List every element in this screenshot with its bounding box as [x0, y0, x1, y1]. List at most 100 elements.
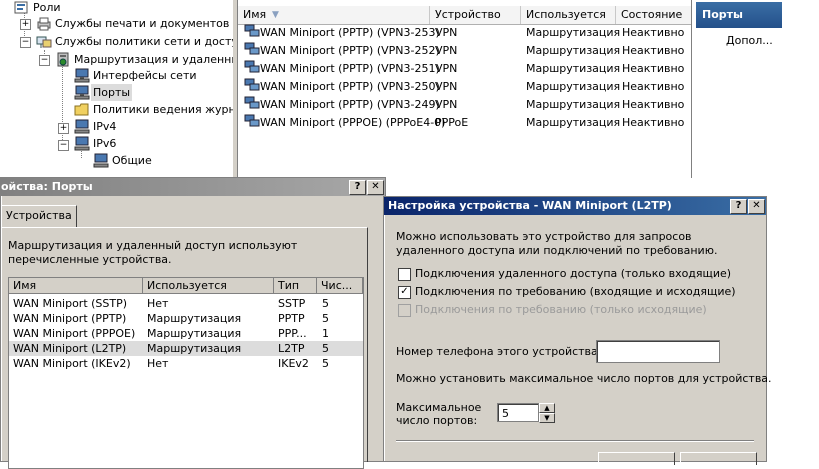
- help-button[interactable]: ?: [349, 180, 366, 195]
- devices-description: Маршрутизация и удаленный доступ использ…: [8, 239, 298, 266]
- tree-label: Интерфейсы сети: [93, 69, 197, 82]
- device-config-dialog: Настройка устройства - WAN Miniport (L2T…: [383, 196, 772, 465]
- tree-label: Роли: [33, 1, 61, 14]
- table-cell: 5: [322, 357, 329, 370]
- close-button[interactable]: ✕: [748, 199, 765, 214]
- actions-header: Порты: [696, 2, 782, 28]
- port-icon: [244, 24, 260, 38]
- general-settings-icon: [93, 153, 109, 168]
- table-cell: WAN Miniport (SSTP): [13, 297, 128, 310]
- table-row[interactable]: WAN Miniport (IKEv2) Нет IKEv2 5: [9, 356, 363, 371]
- sort-arrow-icon: ▼: [272, 10, 279, 20]
- collapse-minus-icon[interactable]: −: [20, 37, 31, 48]
- network-policy-icon: [36, 34, 52, 49]
- config-intro: Можно использовать это устройство для за…: [396, 230, 718, 257]
- table-cell: Нет: [147, 297, 169, 310]
- table-cell: PPPoE: [435, 116, 469, 129]
- expand-plus-icon[interactable]: +: [20, 19, 31, 30]
- table-cell: Маршрутизация: [526, 62, 621, 75]
- spin-up-icon[interactable]: ▲: [539, 403, 555, 413]
- table-row[interactable]: WAN Miniport (L2TP) Маршрутизация L2TP 5: [9, 341, 363, 356]
- table-cell: 5: [322, 312, 329, 325]
- tree-label: Маршрутизация и удаленный д: [74, 53, 259, 66]
- tree-label: IPv6: [93, 137, 117, 150]
- table-row[interactable]: WAN Miniport (PPPOE) Маршрутизация PPP... 1: [9, 326, 363, 341]
- spin-down-icon[interactable]: ▼: [539, 413, 555, 423]
- table-cell: WAN Miniport (PPTP) (VPN3-250): [260, 80, 440, 93]
- table-cell: VPN: [435, 26, 458, 39]
- table-cell: SSTP: [278, 297, 306, 310]
- table-cell: L2TP: [278, 342, 305, 355]
- table-cell: 1: [322, 327, 329, 340]
- actions-pane: Порты Допол...: [691, 0, 819, 178]
- column-header-device[interactable]: Устройство: [430, 6, 521, 24]
- protocol-icon: [74, 136, 90, 151]
- column-header-state[interactable]: Состояние: [616, 6, 692, 24]
- phone-label: Номер телефона этого устройства:: [396, 345, 602, 358]
- table-cell: Неактивно: [622, 98, 685, 111]
- table-row[interactable]: WAN Miniport (SSTP) Нет SSTP 5: [9, 296, 363, 311]
- demand-dial-checkbox[interactable]: ✓: [398, 286, 411, 299]
- table-row[interactable]: WAN Miniport (PPTP) (VPN3-250) VPN Маршрут…: [238, 78, 692, 96]
- folder-icon: [74, 102, 90, 117]
- table-row[interactable]: WAN Miniport (PPTP) (VPN3-249) VPN Маршрут…: [238, 96, 692, 114]
- table-cell: Маршрутизация: [147, 342, 242, 355]
- table-cell: WAN Miniport (PPTP) (VPN3-253): [260, 26, 440, 39]
- table-cell: WAN Miniport (L2TP): [13, 342, 127, 355]
- table-cell: 5: [322, 297, 329, 310]
- close-button[interactable]: ✕: [367, 180, 384, 195]
- table-cell: PPP...: [278, 327, 307, 340]
- table-row[interactable]: WAN Miniport (PPPOE) (PPPoE4-0) PPPoE Марш…: [238, 114, 692, 132]
- table-cell: VPN: [435, 44, 458, 57]
- expand-plus-icon[interactable]: +: [58, 123, 69, 134]
- table-cell: Нет: [147, 357, 169, 370]
- table-cell: Маршрутизация: [526, 98, 621, 111]
- table-cell: Маршрутизация: [526, 116, 621, 129]
- table-row[interactable]: WAN Miniport (PPTP) (VPN3-252) VPN Маршрут…: [238, 42, 692, 60]
- collapse-minus-icon[interactable]: −: [39, 55, 50, 66]
- table-cell: Маршрутизация: [526, 26, 621, 39]
- help-button[interactable]: ?: [730, 199, 747, 214]
- outbound-only-label: Подключения по требованию (только исходя…: [415, 303, 707, 316]
- column-header-name[interactable]: Имя: [9, 278, 143, 294]
- table-cell: 5: [322, 342, 329, 355]
- tree-label: Службы печати и документов: [55, 17, 230, 30]
- tab-devices[interactable]: Устройства: [1, 205, 77, 228]
- table-cell: Маршрутизация: [147, 327, 242, 340]
- table-cell: Неактивно: [622, 80, 685, 93]
- table-row[interactable]: WAN Miniport (PPTP) (VPN3-253) VPN Маршрут…: [238, 24, 692, 42]
- table-cell: WAN Miniport (IKEv2): [13, 357, 131, 370]
- table-cell: Маршрутизация: [147, 312, 242, 325]
- network-interface-icon: [74, 68, 90, 83]
- ports-properties-dialog: ойства: Порты ? ✕ Устройства Маршрутизац…: [0, 177, 386, 469]
- more-actions-link[interactable]: Допол...: [726, 34, 773, 47]
- column-header-name[interactable]: Имя ▼: [238, 6, 430, 24]
- table-cell: VPN: [435, 80, 458, 93]
- table-row[interactable]: WAN Miniport (PPTP) Маршрутизация PPTP 5: [9, 311, 363, 326]
- ok-button[interactable]: [598, 452, 675, 465]
- divider: [396, 440, 754, 442]
- phone-input[interactable]: [596, 340, 720, 363]
- table-row[interactable]: WAN Miniport (PPTP) (VPN3-251) VPN Маршрут…: [238, 60, 692, 78]
- table-cell: Маршрутизация: [526, 80, 621, 93]
- tree-label: Политики ведения журнал: [93, 103, 250, 116]
- column-header-used[interactable]: Используется: [521, 6, 616, 24]
- cancel-button[interactable]: [680, 452, 757, 465]
- table-cell: WAN Miniport (PPTP): [13, 312, 127, 325]
- tree-label: Общие: [112, 154, 152, 167]
- port-icon: [244, 78, 260, 92]
- max-ports-label: Максимальное число портов:: [396, 401, 482, 427]
- max-ports-input[interactable]: 5: [497, 403, 539, 422]
- column-header-type[interactable]: Тип: [274, 278, 317, 294]
- protocol-icon: [74, 119, 90, 134]
- remote-access-label: Подключения удаленного доступа (только в…: [415, 267, 732, 280]
- table-cell: IKEv2: [278, 357, 309, 370]
- table-cell: Неактивно: [622, 26, 685, 39]
- column-header-count[interactable]: Чис...: [317, 278, 363, 294]
- remote-access-checkbox[interactable]: [398, 268, 411, 281]
- dialog-title: Настройка устройства - WAN Miniport (L2T…: [384, 197, 766, 215]
- table-cell: Неактивно: [622, 44, 685, 57]
- column-header-used[interactable]: Используется: [143, 278, 274, 294]
- table-cell: VPN: [435, 98, 458, 111]
- collapse-minus-icon[interactable]: −: [58, 140, 69, 151]
